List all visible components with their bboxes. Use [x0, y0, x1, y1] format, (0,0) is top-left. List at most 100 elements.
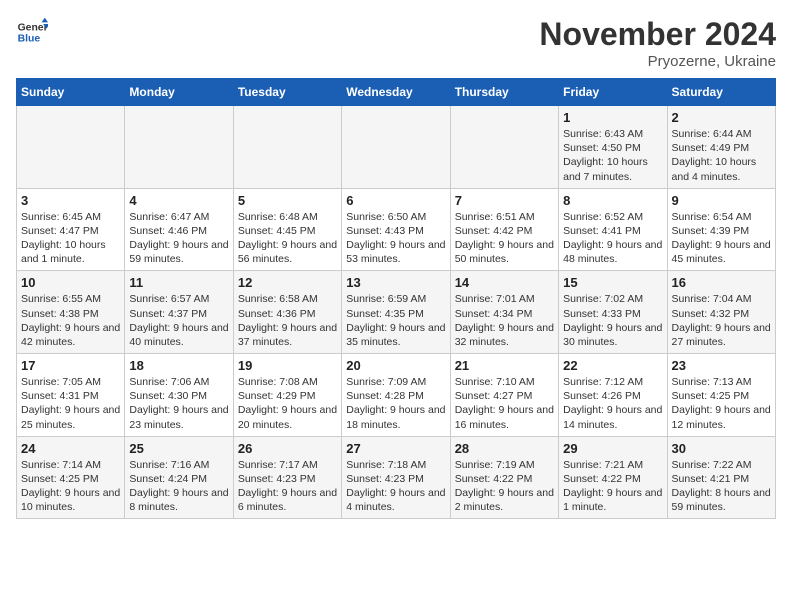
- weekday-header-monday: Monday: [125, 79, 233, 106]
- calendar-cell: 6Sunrise: 6:50 AMSunset: 4:43 PMDaylight…: [342, 188, 450, 271]
- day-info: Sunrise: 7:01 AMSunset: 4:34 PMDaylight:…: [455, 292, 554, 349]
- page-header: General Blue November 2024 Pryozerne, Uk…: [16, 16, 776, 70]
- weekday-header-tuesday: Tuesday: [233, 79, 341, 106]
- day-number: 23: [672, 358, 771, 373]
- day-info: Sunrise: 7:19 AMSunset: 4:22 PMDaylight:…: [455, 458, 554, 515]
- day-number: 15: [563, 275, 662, 290]
- calendar-cell: 9 Sunrise: 6:54 AMSunset: 4:39 PMDaylight…: [667, 188, 775, 271]
- calendar-body: 1 Sunrise: 6:43 AMSunset: 4:50 PMDaylight…: [17, 106, 776, 519]
- day-info: Sunrise: 7:04 AMSunset: 4:32 PMDaylight:…: [672, 292, 771, 349]
- calendar-cell: [125, 106, 233, 189]
- day-info: Sunrise: 7:05 AMSunset: 4:31 PMDaylight:…: [21, 375, 120, 432]
- calendar-cell: 7 Sunrise: 6:51 AMSunset: 4:42 PMDaylight…: [450, 188, 558, 271]
- day-info: Sunrise: 6:58 AMSunset: 4:36 PMDaylight:…: [238, 292, 337, 349]
- day-number: 18: [129, 358, 228, 373]
- calendar-cell: 2 Sunrise: 6:44 AMSunset: 4:49 PMDaylight…: [667, 106, 775, 189]
- calendar-cell: 8Sunrise: 6:52 AMSunset: 4:41 PMDaylight…: [559, 188, 667, 271]
- calendar-week-3: 10Sunrise: 6:55 AMSunset: 4:38 PMDayligh…: [17, 271, 776, 354]
- calendar-cell: 29Sunrise: 7:21 AMSunset: 4:22 PMDayligh…: [559, 436, 667, 519]
- calendar-cell: 22 Sunrise: 7:12 AMSunset: 4:26 PMDayligh…: [559, 354, 667, 437]
- day-info: Sunrise: 7:08 AMSunset: 4:29 PMDaylight:…: [238, 375, 337, 432]
- day-info: Sunrise: 6:57 AMSunset: 4:37 PMDaylight:…: [129, 292, 228, 349]
- day-info: Sunrise: 6:51 AMSunset: 4:42 PMDaylight:…: [455, 210, 554, 267]
- day-number: 14: [455, 275, 554, 290]
- weekday-header-saturday: Saturday: [667, 79, 775, 106]
- calendar-cell: 14 Sunrise: 7:01 AMSunset: 4:34 PMDayligh…: [450, 271, 558, 354]
- day-number: 7: [455, 193, 554, 208]
- title-area: November 2024 Pryozerne, Ukraine: [539, 16, 776, 70]
- day-info: Sunrise: 7:22 AMSunset: 4:21 PMDaylight:…: [672, 458, 771, 515]
- location-subtitle: Pryozerne, Ukraine: [539, 53, 776, 70]
- calendar-cell: 23 Sunrise: 7:13 AMSunset: 4:25 PMDayligh…: [667, 354, 775, 437]
- day-number: 28: [455, 441, 554, 456]
- day-number: 3: [21, 193, 120, 208]
- day-info: Sunrise: 7:02 AMSunset: 4:33 PMDaylight:…: [563, 292, 662, 349]
- day-number: 4: [129, 193, 228, 208]
- day-info: Sunrise: 7:10 AMSunset: 4:27 PMDaylight:…: [455, 375, 554, 432]
- day-info: Sunrise: 6:52 AMSunset: 4:41 PMDaylight:…: [563, 210, 662, 267]
- day-info: Sunrise: 7:13 AMSunset: 4:25 PMDaylight:…: [672, 375, 771, 432]
- calendar-cell: [17, 106, 125, 189]
- calendar-cell: 5 Sunrise: 6:48 AMSunset: 4:45 PMDaylight…: [233, 188, 341, 271]
- calendar-table: SundayMondayTuesdayWednesdayThursdayFrid…: [16, 78, 776, 519]
- svg-text:Blue: Blue: [18, 34, 41, 45]
- weekday-header-sunday: Sunday: [17, 79, 125, 106]
- calendar-header: SundayMondayTuesdayWednesdayThursdayFrid…: [17, 79, 776, 106]
- calendar-cell: 20Sunrise: 7:09 AMSunset: 4:28 PMDayligh…: [342, 354, 450, 437]
- day-info: Sunrise: 7:06 AMSunset: 4:30 PMDaylight:…: [129, 375, 228, 432]
- day-info: Sunrise: 7:12 AMSunset: 4:26 PMDaylight:…: [563, 375, 662, 432]
- day-info: Sunrise: 7:21 AMSunset: 4:22 PMDaylight:…: [563, 458, 662, 515]
- calendar-cell: 26Sunrise: 7:17 AMSunset: 4:23 PMDayligh…: [233, 436, 341, 519]
- calendar-cell: 25 Sunrise: 7:16 AMSunset: 4:24 PMDayligh…: [125, 436, 233, 519]
- day-info: Sunrise: 7:14 AMSunset: 4:25 PMDaylight:…: [21, 458, 120, 515]
- day-number: 24: [21, 441, 120, 456]
- calendar-cell: [342, 106, 450, 189]
- day-number: 1: [563, 110, 662, 125]
- day-number: 20: [346, 358, 445, 373]
- day-number: 5: [238, 193, 337, 208]
- day-number: 21: [455, 358, 554, 373]
- day-info: Sunrise: 6:43 AMSunset: 4:50 PMDaylight:…: [563, 127, 662, 184]
- calendar-week-5: 24 Sunrise: 7:14 AMSunset: 4:25 PMDayligh…: [17, 436, 776, 519]
- calendar-cell: [233, 106, 341, 189]
- day-info: Sunrise: 7:18 AMSunset: 4:23 PMDaylight:…: [346, 458, 445, 515]
- day-info: Sunrise: 6:55 AMSunset: 4:38 PMDaylight:…: [21, 292, 120, 349]
- day-number: 16: [672, 275, 771, 290]
- day-info: Sunrise: 6:54 AMSunset: 4:39 PMDaylight:…: [672, 210, 771, 267]
- day-number: 26: [238, 441, 337, 456]
- calendar-week-2: 3Sunrise: 6:45 AMSunset: 4:47 PMDaylight…: [17, 188, 776, 271]
- day-number: 19: [238, 358, 337, 373]
- calendar-cell: 15 Sunrise: 7:02 AMSunset: 4:33 PMDayligh…: [559, 271, 667, 354]
- day-number: 27: [346, 441, 445, 456]
- month-year-title: November 2024: [539, 16, 776, 53]
- weekday-header-thursday: Thursday: [450, 79, 558, 106]
- calendar-cell: 16 Sunrise: 7:04 AMSunset: 4:32 PMDayligh…: [667, 271, 775, 354]
- weekday-header-row: SundayMondayTuesdayWednesdayThursdayFrid…: [17, 79, 776, 106]
- calendar-cell: 24 Sunrise: 7:14 AMSunset: 4:25 PMDayligh…: [17, 436, 125, 519]
- calendar-cell: [450, 106, 558, 189]
- day-number: 22: [563, 358, 662, 373]
- calendar-cell: 27 Sunrise: 7:18 AMSunset: 4:23 PMDayligh…: [342, 436, 450, 519]
- calendar-cell: 1 Sunrise: 6:43 AMSunset: 4:50 PMDaylight…: [559, 106, 667, 189]
- calendar-cell: 3Sunrise: 6:45 AMSunset: 4:47 PMDaylight…: [17, 188, 125, 271]
- calendar-cell: 19 Sunrise: 7:08 AMSunset: 4:29 PMDayligh…: [233, 354, 341, 437]
- logo: General Blue: [16, 16, 48, 48]
- day-number: 2: [672, 110, 771, 125]
- logo-icon: General Blue: [16, 16, 48, 48]
- calendar-cell: 17Sunrise: 7:05 AMSunset: 4:31 PMDayligh…: [17, 354, 125, 437]
- weekday-header-wednesday: Wednesday: [342, 79, 450, 106]
- day-number: 25: [129, 441, 228, 456]
- day-number: 9: [672, 193, 771, 208]
- day-info: Sunrise: 6:50 AMSunset: 4:43 PMDaylight:…: [346, 210, 445, 267]
- day-number: 30: [672, 441, 771, 456]
- day-info: Sunrise: 6:48 AMSunset: 4:45 PMDaylight:…: [238, 210, 337, 267]
- weekday-header-friday: Friday: [559, 79, 667, 106]
- day-info: Sunrise: 6:47 AMSunset: 4:46 PMDaylight:…: [129, 210, 228, 267]
- day-number: 13: [346, 275, 445, 290]
- calendar-cell: 28 Sunrise: 7:19 AMSunset: 4:22 PMDayligh…: [450, 436, 558, 519]
- calendar-cell: 18 Sunrise: 7:06 AMSunset: 4:30 PMDayligh…: [125, 354, 233, 437]
- day-info: Sunrise: 7:16 AMSunset: 4:24 PMDaylight:…: [129, 458, 228, 515]
- calendar-cell: 21 Sunrise: 7:10 AMSunset: 4:27 PMDayligh…: [450, 354, 558, 437]
- day-info: Sunrise: 6:44 AMSunset: 4:49 PMDaylight:…: [672, 127, 771, 184]
- calendar-cell: 4 Sunrise: 6:47 AMSunset: 4:46 PMDaylight…: [125, 188, 233, 271]
